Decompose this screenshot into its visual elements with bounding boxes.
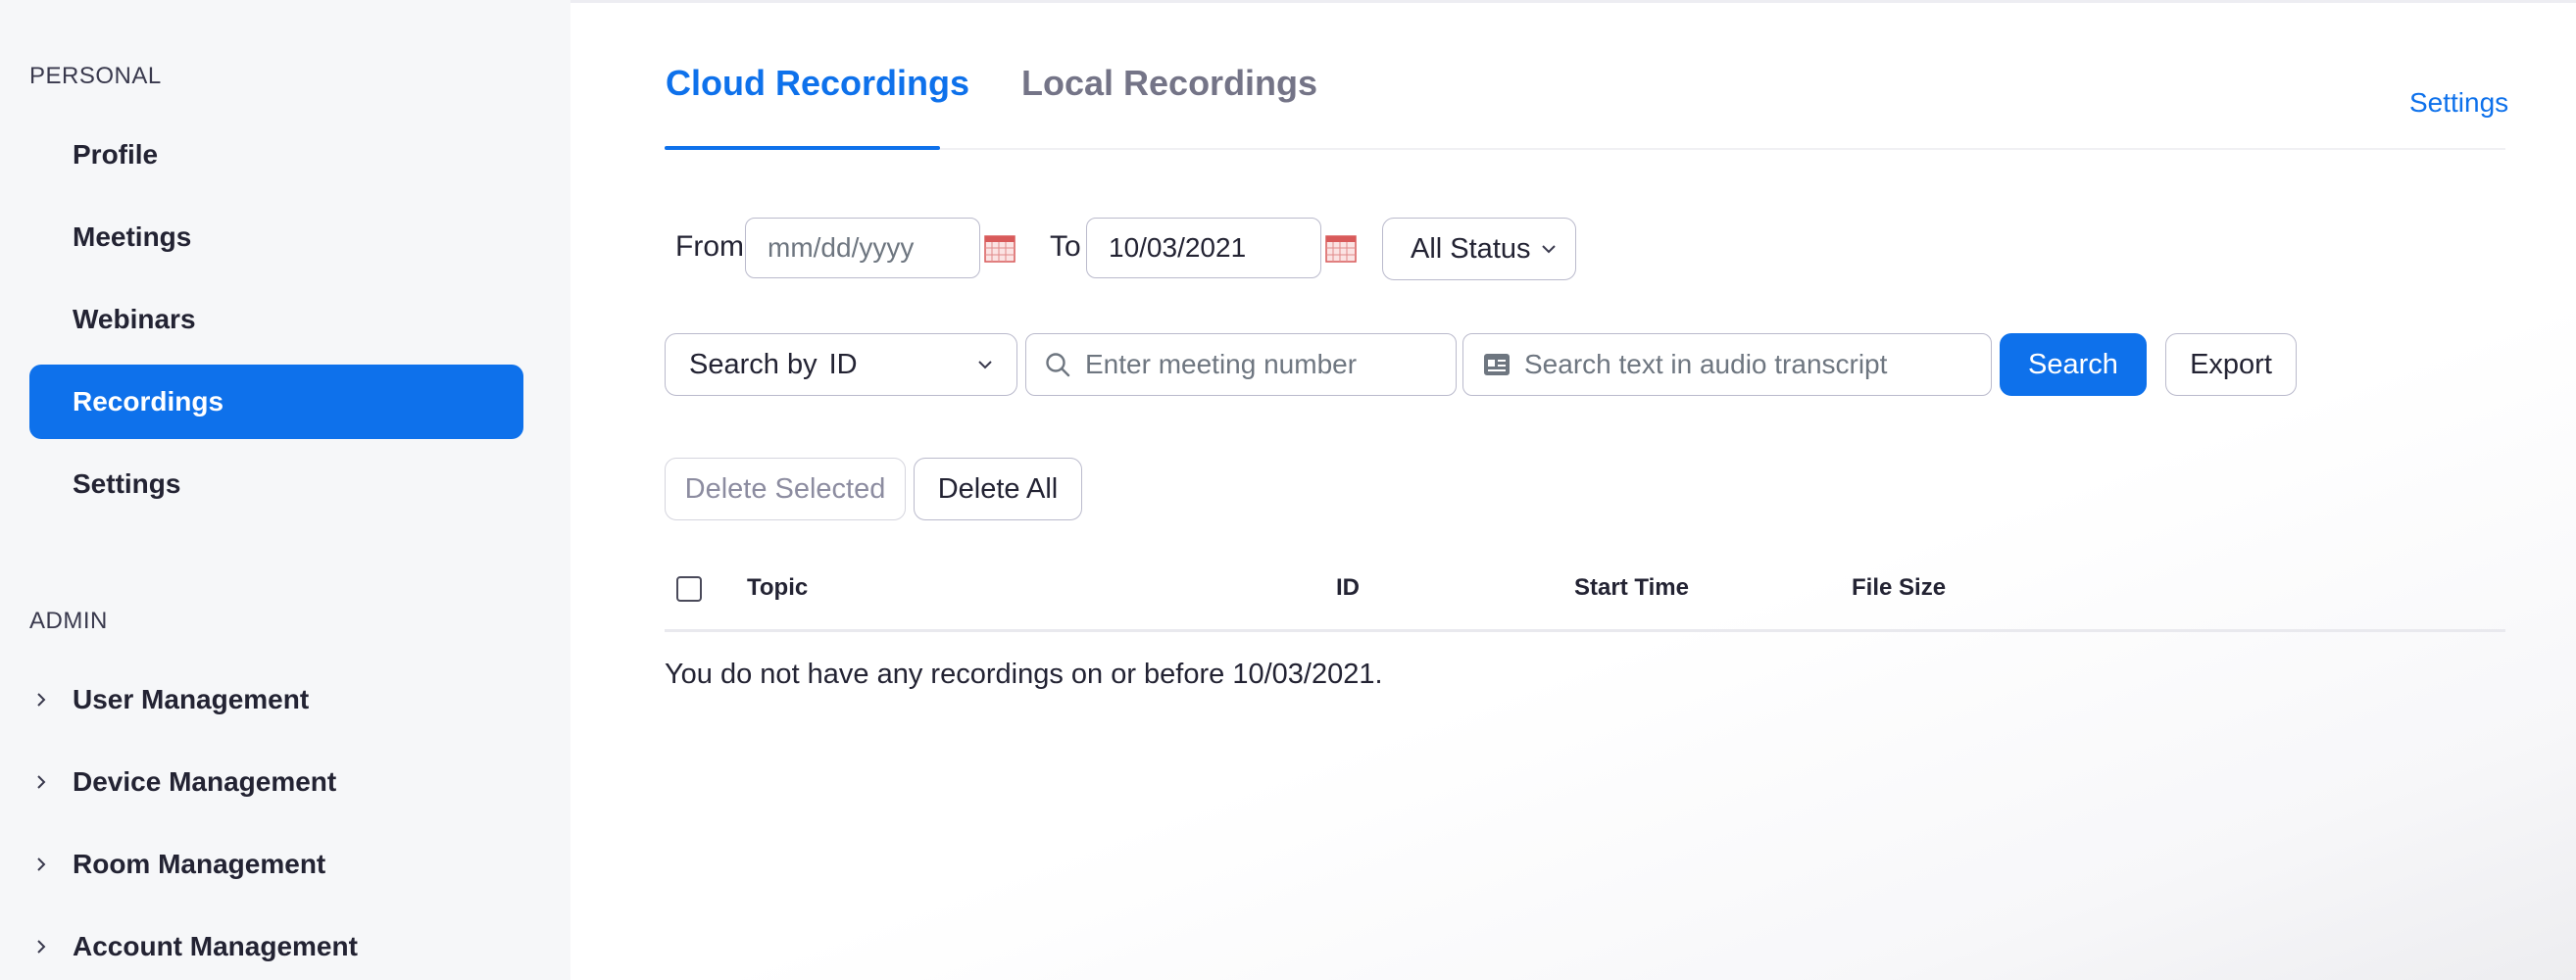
- calendar-icon[interactable]: [1325, 233, 1357, 263]
- empty-state-message: You do not have any recordings on or bef…: [665, 659, 1383, 690]
- sidebar-item-user-management[interactable]: User Management: [29, 670, 309, 729]
- column-header-file-size: File Size: [1852, 574, 1947, 601]
- sidebar-item-recordings[interactable]: Recordings: [29, 365, 523, 439]
- search-button[interactable]: Search: [2000, 333, 2147, 396]
- tab-cloud-recordings[interactable]: Cloud Recordings: [666, 63, 969, 104]
- tab-local-recordings[interactable]: Local Recordings: [1021, 63, 1317, 104]
- transcript-placeholder: Search text in audio transcript: [1524, 349, 1888, 379]
- tab-divider: [665, 148, 2505, 150]
- status-dropdown[interactable]: All Status: [1382, 218, 1576, 280]
- search-icon: [1044, 351, 1071, 378]
- chevron-down-icon: [1541, 244, 1557, 254]
- column-header-id: ID: [1336, 574, 1360, 601]
- admin-section-title: ADMIN: [29, 608, 108, 634]
- from-date-input[interactable]: [745, 218, 980, 278]
- transcript-icon: [1483, 353, 1511, 376]
- sidebar-item-label: Account Management: [73, 931, 358, 961]
- sidebar-item-label: Recordings: [73, 386, 224, 416]
- export-button[interactable]: Export: [2165, 333, 2297, 396]
- chevron-right-icon: [29, 774, 73, 790]
- sidebar-item-label: Profile: [73, 139, 159, 170]
- meeting-number-placeholder: Enter meeting number: [1085, 349, 1358, 379]
- sidebar-item-webinars[interactable]: Webinars: [29, 282, 523, 357]
- personal-section-title: PERSONAL: [29, 63, 162, 89]
- chevron-right-icon: [29, 692, 73, 708]
- sidebar-item-room-management[interactable]: Room Management: [29, 835, 325, 894]
- meeting-number-field[interactable]: Enter meeting number: [1025, 333, 1457, 396]
- column-header-start-time: Start Time: [1574, 574, 1689, 601]
- settings-link[interactable]: Settings: [2409, 87, 2508, 119]
- chevron-right-icon: [29, 857, 73, 872]
- chevron-down-icon: [977, 360, 993, 369]
- status-dropdown-value: All Status: [1411, 232, 1531, 265]
- sidebar-item-device-management[interactable]: Device Management: [29, 753, 336, 811]
- sidebar-item-label: Room Management: [73, 849, 326, 879]
- search-by-dropdown[interactable]: Search by ID: [665, 333, 1017, 396]
- calendar-icon[interactable]: [984, 233, 1016, 263]
- sidebar-item-label: Webinars: [73, 304, 196, 334]
- table-header-divider: [665, 629, 2505, 632]
- chevron-right-icon: [29, 939, 73, 955]
- sidebar-item-label: User Management: [73, 684, 310, 714]
- search-by-value: ID: [828, 348, 858, 380]
- sidebar-item-profile[interactable]: Profile: [29, 118, 523, 192]
- from-label: From: [675, 230, 744, 263]
- column-header-topic: Topic: [747, 574, 809, 601]
- delete-selected-button[interactable]: Delete Selected: [665, 458, 906, 520]
- sidebar-item-label: Settings: [73, 468, 181, 499]
- to-date-input[interactable]: [1086, 218, 1321, 278]
- sidebar-item-account-management[interactable]: Account Management: [29, 917, 358, 976]
- search-by-label: Search by: [689, 348, 817, 380]
- sidebar: PERSONAL Profile Meetings Webinars Recor…: [0, 0, 570, 980]
- sidebar-item-meetings[interactable]: Meetings: [29, 200, 523, 274]
- sidebar-item-label: Meetings: [73, 221, 192, 252]
- active-tab-indicator: [665, 146, 940, 150]
- transcript-search-field[interactable]: Search text in audio transcript: [1462, 333, 1992, 396]
- sidebar-item-settings[interactable]: Settings: [29, 447, 523, 521]
- select-all-checkbox[interactable]: [676, 576, 702, 602]
- delete-all-button[interactable]: Delete All: [914, 458, 1082, 520]
- sidebar-item-label: Device Management: [73, 766, 337, 797]
- to-label: To: [1050, 230, 1081, 263]
